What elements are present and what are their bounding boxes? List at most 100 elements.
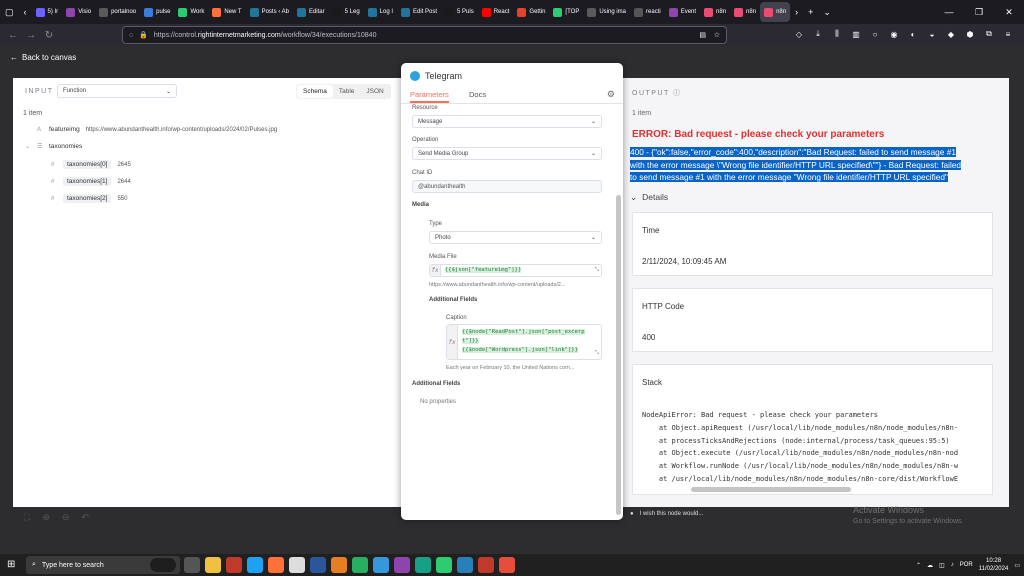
media-file-expression[interactable]: fx {{$json["featureimg"]}} ⤡ bbox=[429, 264, 602, 277]
schema-key[interactable]: taxonomies bbox=[49, 143, 82, 150]
resource-select[interactable]: Message ⌄ bbox=[412, 115, 602, 128]
url-bar[interactable]: ◌ 🔒 https://control.rightinternetmarketi… bbox=[122, 26, 727, 44]
forward-arrow-icon[interactable]: → bbox=[22, 26, 40, 44]
chat-id-input[interactable]: @abundanthealth bbox=[412, 180, 602, 193]
reload-icon[interactable]: ↻ bbox=[40, 26, 58, 44]
extension-2-icon[interactable]: ◉ bbox=[887, 27, 901, 41]
view-table-button[interactable]: Table bbox=[333, 85, 361, 98]
chrome-icon[interactable] bbox=[436, 557, 452, 573]
app-icon[interactable] bbox=[331, 557, 347, 573]
close-window-icon[interactable]: ✕ bbox=[994, 0, 1024, 24]
feedback-link[interactable]: ● I wish this node would... bbox=[630, 511, 703, 517]
app-icon[interactable] bbox=[457, 557, 473, 573]
library-icon[interactable]: ⫼ bbox=[830, 27, 844, 41]
extension-3-icon[interactable]: ◐ bbox=[906, 27, 920, 41]
shield-icon[interactable]: ◌ bbox=[129, 32, 133, 39]
operation-select[interactable]: Send Media Group ⌄ bbox=[412, 147, 602, 160]
volume-icon[interactable]: ♪ bbox=[951, 562, 954, 568]
app-icon[interactable] bbox=[394, 557, 410, 573]
network-icon[interactable]: ◫ bbox=[939, 562, 945, 569]
browser-tab[interactable]: n8n bbox=[730, 0, 760, 24]
copilot-icon[interactable] bbox=[150, 558, 176, 572]
pocket-icon[interactable]: ◇ bbox=[792, 27, 806, 41]
expand-icon[interactable]: ⤡ bbox=[595, 267, 599, 274]
details-toggle[interactable]: ⌄ Details bbox=[630, 192, 668, 203]
caption-expression[interactable]: fx {{$node["ReadPost"].json["post_excerp… bbox=[446, 324, 602, 360]
browser-tab[interactable]: Editar bbox=[293, 0, 329, 24]
bookmark-star-icon[interactable]: ☆ bbox=[714, 31, 720, 39]
zoom-out-icon[interactable]: ⊖ bbox=[62, 512, 70, 523]
schema-key[interactable]: taxonomies[0] bbox=[63, 160, 112, 169]
app-icon[interactable] bbox=[478, 557, 494, 573]
app-icon[interactable] bbox=[373, 557, 389, 573]
clock[interactable]: 10:28 11/02/2024 bbox=[979, 557, 1009, 573]
browser-tab[interactable]: 5 Leg bbox=[329, 0, 364, 24]
browser-tab[interactable]: reacti bbox=[630, 0, 665, 24]
browser-tab[interactable]: portalnoo bbox=[95, 0, 140, 24]
taskbar-search[interactable]: ⌕ Type here to search bbox=[26, 556, 180, 574]
zoom-in-icon[interactable]: ⊕ bbox=[42, 512, 50, 523]
extension-5-icon[interactable]: ◆ bbox=[944, 27, 958, 41]
edge-icon[interactable] bbox=[247, 557, 263, 573]
task-view-icon[interactable] bbox=[184, 557, 200, 573]
browser-tab[interactable]: New T bbox=[208, 0, 245, 24]
firefox-icon[interactable] bbox=[268, 557, 284, 573]
extension-4-icon[interactable]: ◒ bbox=[925, 27, 939, 41]
opera-icon[interactable] bbox=[226, 557, 242, 573]
minimize-icon[interactable]: — bbox=[934, 0, 964, 24]
browser-tab[interactable]: Work bbox=[174, 0, 208, 24]
input-node-select[interactable]: Function ⌄ bbox=[57, 84, 177, 98]
onedrive-icon[interactable]: ☁ bbox=[927, 562, 933, 569]
extension-1-icon[interactable]: ○ bbox=[868, 27, 882, 41]
language-indicator[interactable]: POR bbox=[960, 562, 973, 568]
tab-list-icon[interactable]: ▢ bbox=[0, 7, 19, 18]
browser-tab[interactable]: React bbox=[478, 0, 514, 24]
notepad-icon[interactable] bbox=[289, 557, 305, 573]
menu-icon[interactable]: ≡ bbox=[1001, 27, 1015, 41]
expand-icon[interactable]: ⤡ bbox=[595, 350, 599, 357]
browser-tab[interactable]: pulse bbox=[140, 0, 174, 24]
chevron-up-icon[interactable]: ⌃ bbox=[916, 562, 921, 569]
info-icon[interactable]: ⓘ bbox=[673, 90, 682, 97]
word-icon[interactable] bbox=[310, 557, 326, 573]
file-explorer-icon[interactable] bbox=[205, 557, 221, 573]
browser-tab[interactable]: Event bbox=[665, 0, 700, 24]
list-all-tabs-icon[interactable]: ⌄ bbox=[818, 7, 836, 18]
app-icon[interactable] bbox=[499, 557, 515, 573]
gear-icon[interactable]: ⚙ bbox=[607, 89, 615, 100]
browser-tab[interactable]: n8n bbox=[760, 2, 791, 22]
new-tab-icon[interactable]: + bbox=[803, 7, 818, 17]
schema-key[interactable]: taxonomies[2] bbox=[63, 194, 112, 203]
view-json-button[interactable]: JSON bbox=[360, 85, 389, 98]
tab-scroll-right-icon[interactable]: › bbox=[790, 7, 803, 17]
extension-6-icon[interactable]: ⬢ bbox=[963, 27, 977, 41]
undo-icon[interactable]: ↶ bbox=[81, 512, 89, 523]
tab-parameters[interactable]: Parameters bbox=[410, 90, 449, 103]
tab-scroll-left-icon[interactable]: ‹ bbox=[19, 7, 32, 17]
sidebar-icon[interactable]: ▥ bbox=[849, 27, 863, 41]
fit-view-icon[interactable]: ⛶ bbox=[24, 512, 30, 523]
type-select[interactable]: Photo ⌄ bbox=[429, 231, 602, 244]
browser-tab[interactable]: 5) Ir bbox=[32, 0, 63, 24]
notifications-icon[interactable]: ▭ bbox=[1014, 562, 1020, 569]
windows-start-icon[interactable]: ⊞ bbox=[7, 559, 15, 570]
collapse-chevron-icon[interactable]: ⌄ bbox=[25, 143, 31, 150]
schema-key[interactable]: featureimg bbox=[49, 126, 80, 133]
horizontal-scrollbar[interactable] bbox=[691, 487, 851, 492]
download-icon[interactable]: ⤓ bbox=[811, 27, 825, 41]
browser-tab[interactable]: Posts ‹ Ab bbox=[246, 0, 293, 24]
restore-icon[interactable]: ❐ bbox=[964, 0, 994, 24]
back-arrow-icon[interactable]: ← bbox=[4, 26, 22, 44]
extensions-icon[interactable]: ⧉ bbox=[982, 27, 996, 41]
browser-tab[interactable]: Edit Post bbox=[397, 0, 441, 24]
back-to-canvas-button[interactable]: ← Back to canvas bbox=[10, 53, 76, 62]
browser-tab[interactable]: n8n bbox=[700, 0, 730, 24]
browser-tab[interactable]: Visio bbox=[62, 0, 95, 24]
browser-tab[interactable]: 5 Puls bbox=[441, 0, 478, 24]
browser-tab[interactable]: Using ima bbox=[583, 0, 630, 24]
browser-tab[interactable]: Log I bbox=[364, 0, 397, 24]
schema-key[interactable]: taxonomies[1] bbox=[63, 177, 112, 186]
lock-icon[interactable]: 🔒 bbox=[139, 31, 148, 39]
tab-docs[interactable]: Docs bbox=[469, 90, 486, 99]
view-schema-button[interactable]: Schema bbox=[297, 85, 333, 98]
